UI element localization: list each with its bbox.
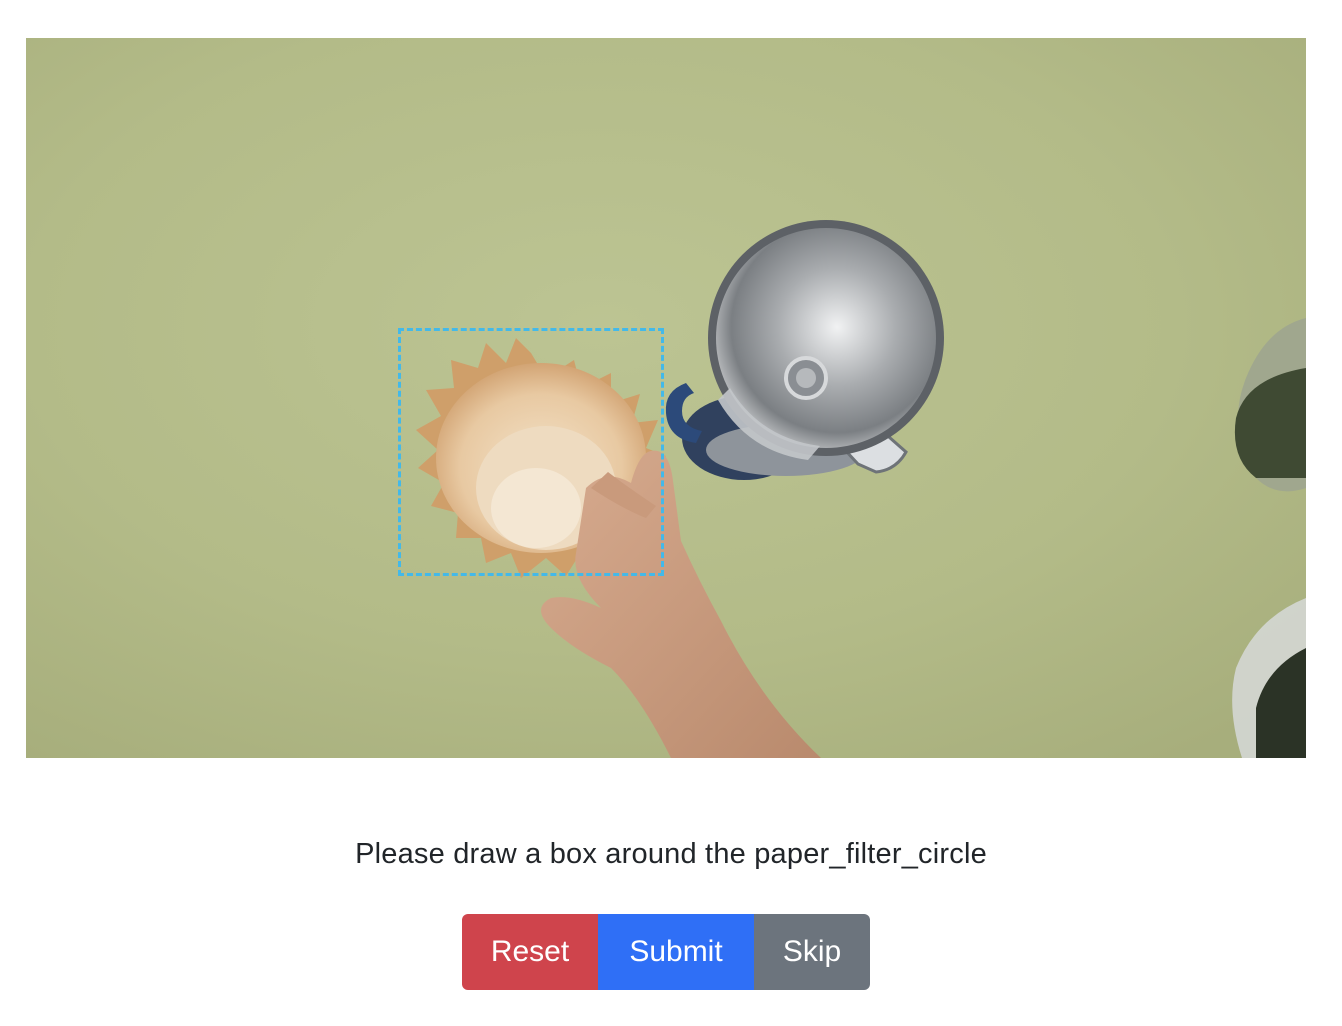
submit-button[interactable]: Submit [598,914,754,990]
annotation-canvas[interactable] [26,38,1306,758]
reset-button[interactable]: Reset [462,914,598,990]
skip-button[interactable]: Skip [754,914,870,990]
task-instruction: Please draw a box around the paper_filte… [355,838,987,870]
tabletop-scene-image [26,38,1306,758]
action-button-group: Reset Submit Skip [462,914,870,990]
